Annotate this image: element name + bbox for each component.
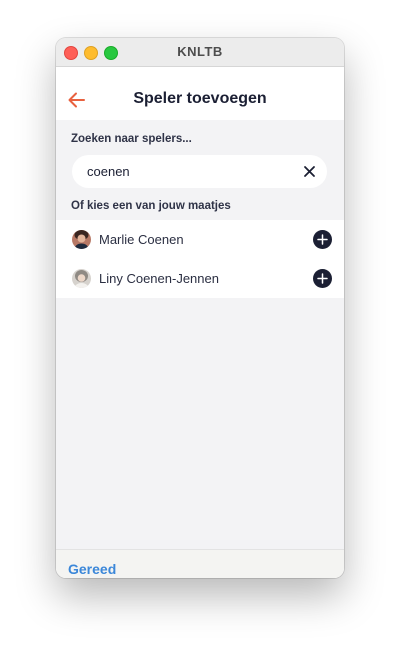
list-item-player[interactable]: Liny Coenen-Jennen [56, 259, 344, 298]
player-name: Liny Coenen-Jennen [99, 271, 219, 286]
avatar-photo-icon [72, 230, 91, 249]
avatar-photo-icon [72, 269, 91, 288]
app-content: Speler toevoegen Zoeken naar spelers... … [56, 67, 344, 578]
list-item-player[interactable]: Marlie Coenen [56, 220, 344, 259]
clear-search-button[interactable] [302, 164, 317, 179]
done-button[interactable]: Gereed [68, 561, 116, 577]
player-list: Marlie Coenen Liny Coenen-Jennen [56, 220, 344, 298]
search-field[interactable] [72, 155, 327, 188]
add-player-button[interactable] [313, 230, 332, 249]
app-window: KNLTB Speler toevoegen Zoeken naar spele… [56, 38, 344, 578]
buddies-label: Of kies een van jouw maatjes [71, 200, 231, 212]
plus-circle-icon [313, 230, 332, 249]
bottom-bar: Gereed [56, 549, 344, 578]
search-input[interactable] [87, 155, 287, 188]
window-title: KNLTB [177, 44, 223, 59]
close-icon [304, 166, 315, 177]
main-content: Zoeken naar spelers... Of kies een van j… [56, 120, 344, 549]
page-title: Speler toevoegen [133, 90, 267, 107]
window-titlebar[interactable]: KNLTB [56, 38, 344, 67]
player-name: Marlie Coenen [99, 232, 184, 247]
navigation-bar: Speler toevoegen [56, 67, 344, 119]
search-label: Zoeken naar spelers... [71, 133, 192, 145]
plus-circle-icon [313, 269, 332, 288]
add-player-button[interactable] [313, 269, 332, 288]
